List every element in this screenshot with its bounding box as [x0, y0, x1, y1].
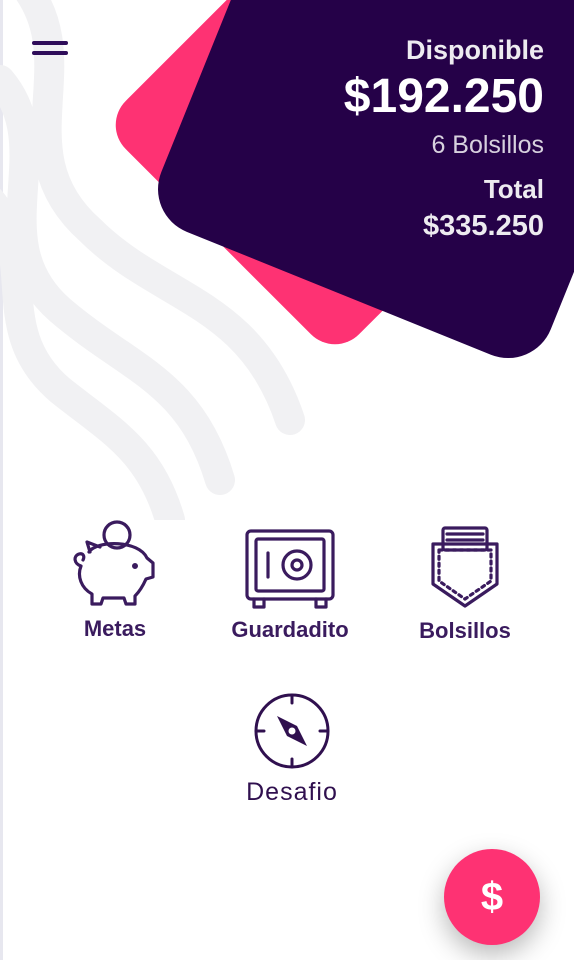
- total-amount: $335.250: [423, 210, 544, 242]
- available-label: Disponible: [405, 35, 544, 65]
- total-label: Total: [483, 174, 544, 204]
- available-amount: $192.250: [343, 70, 544, 123]
- hamburger-menu-icon[interactable]: [28, 36, 74, 66]
- guardadito-label: Guardadito: [231, 617, 349, 642]
- metas-button[interactable]: Metas: [30, 518, 200, 642]
- guardadito-button[interactable]: Guardadito: [205, 525, 375, 643]
- dollar-icon: $: [480, 874, 504, 919]
- piggy-bank-icon: [73, 520, 155, 606]
- metas-label: Metas: [83, 616, 147, 641]
- balance-summary: Disponible $192.250 6 Bolsillos Total $3…: [344, 33, 544, 245]
- desafio-label: Desafio: [246, 778, 338, 806]
- desafio-button[interactable]: Desafio: [207, 690, 377, 807]
- pockets-count: 6 Bolsillos: [431, 131, 544, 159]
- compass-icon: [254, 693, 330, 769]
- safe-icon: [245, 529, 335, 609]
- bolsillos-label: Bolsillos: [419, 618, 511, 643]
- pocket-icon: [431, 526, 499, 608]
- add-money-button[interactable]: $: [444, 849, 540, 945]
- bolsillos-button[interactable]: Bolsillos: [380, 522, 550, 644]
